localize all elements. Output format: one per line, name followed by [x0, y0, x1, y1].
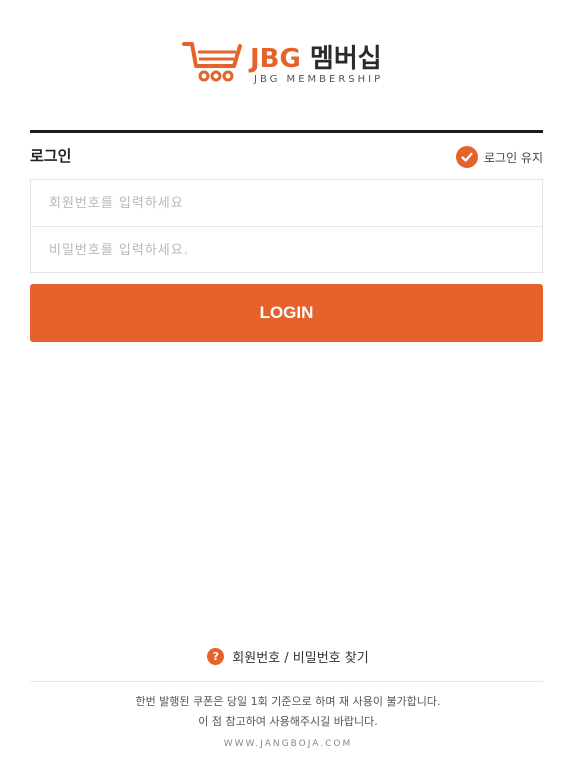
website-url: WWW.JANGBOJA.COM	[223, 739, 353, 749]
login-page: JBG 멤버십 JBG MEMBERSHIP 로그인 로그인 유지 LOGIN …	[0, 0, 576, 768]
brand-title: JBG 멤버십	[250, 38, 382, 75]
question-icon: ?	[207, 648, 225, 665]
login-fields	[30, 179, 543, 273]
brand-logo: JBG 멤버십 JBG MEMBERSHIP	[180, 38, 400, 90]
keep-login-label: 로그인 유지	[483, 150, 543, 165]
notice-line-1: 한번 발행된 쿠폰은 당일 1회 기준으로 하며 재 사용이 불가합니다.	[135, 695, 441, 708]
password-input[interactable]	[31, 227, 542, 273]
login-title: 로그인	[30, 147, 72, 165]
shopping-cart-icon	[182, 42, 242, 82]
brand-ko: 멤버십	[309, 44, 382, 74]
checkmark-icon[interactable]	[455, 146, 478, 168]
coupon-notice: 한번 발행된 쿠폰은 당일 1회 기준으로 하며 재 사용이 불가합니다. 이 …	[0, 692, 576, 732]
login-button[interactable]: LOGIN	[30, 284, 543, 342]
find-account-link[interactable]: ? 회원번호 / 비밀번호 찾기	[0, 647, 576, 666]
keep-login-toggle[interactable]: 로그인 유지	[455, 146, 543, 168]
brand-en: JBG	[250, 44, 301, 74]
top-divider	[30, 130, 543, 133]
notice-line-2: 이 점 참고하여 사용해주시길 바랍니다.	[198, 715, 378, 728]
find-account-label: 회원번호 / 비밀번호 찾기	[232, 651, 369, 666]
bottom-divider	[30, 681, 543, 682]
member-number-input[interactable]	[31, 180, 542, 226]
brand-subtitle: JBG MEMBERSHIP	[254, 74, 384, 85]
